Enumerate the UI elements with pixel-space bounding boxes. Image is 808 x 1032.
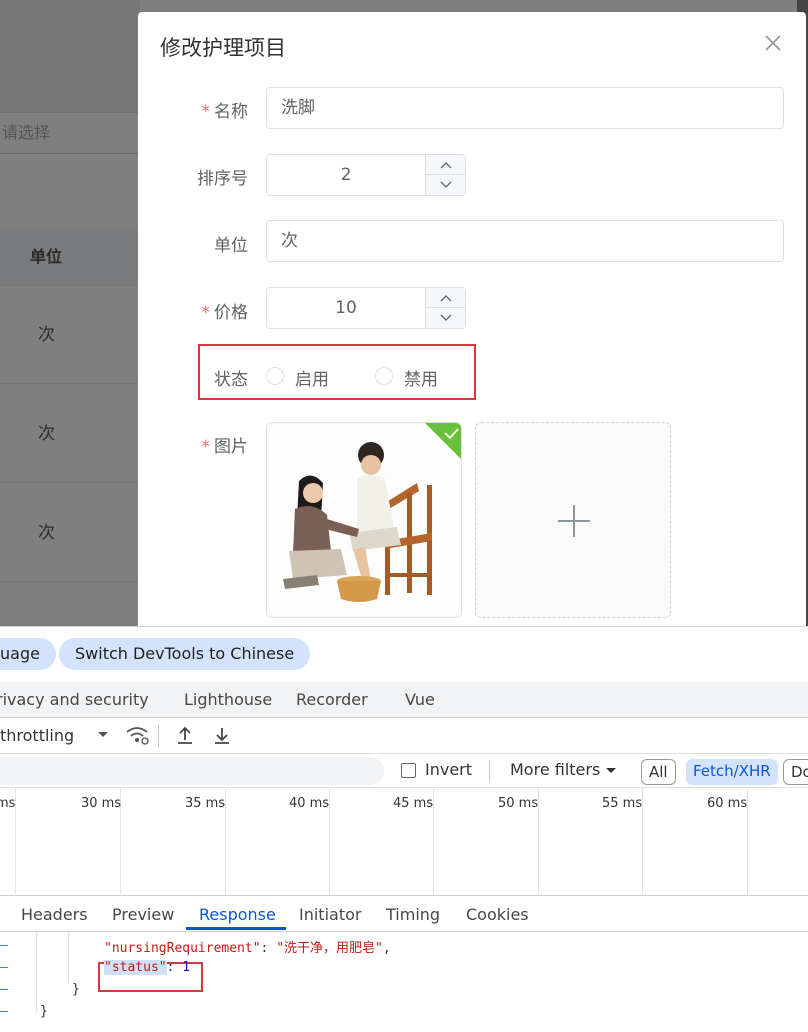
- tab-vue[interactable]: Vue: [405, 690, 435, 709]
- timeline-gridline: [329, 788, 330, 894]
- timeline-gridline: [538, 788, 539, 894]
- throttling-select[interactable]: throttling: [0, 726, 74, 745]
- tab-headers[interactable]: Headers: [21, 905, 88, 924]
- order-stepper: [425, 155, 466, 195]
- order-label: 排序号: [197, 169, 248, 189]
- tab-preview[interactable]: Preview: [112, 905, 174, 924]
- decrease-button[interactable]: [426, 308, 466, 328]
- line-gutter-marker: –: [0, 1004, 8, 1019]
- tab-cookies[interactable]: Cookies: [466, 905, 529, 924]
- name-input[interactable]: 洗脚: [266, 87, 784, 129]
- filter-chip-all[interactable]: All: [641, 759, 676, 785]
- uploaded-image[interactable]: [266, 422, 462, 618]
- tab-response[interactable]: Response: [199, 905, 276, 924]
- timeline-tick: 45 ms: [393, 796, 434, 811]
- unit-label: 单位: [214, 236, 248, 256]
- tab-lighthouse[interactable]: Lighthouse: [184, 690, 272, 709]
- language-bar: uage Switch DevTools to Chinese: [0, 626, 808, 682]
- increase-button[interactable]: [426, 155, 466, 175]
- radio-enable[interactable]: [266, 367, 284, 385]
- json-value-status: 1: [182, 960, 191, 975]
- timeline-gridline: [433, 788, 434, 894]
- timeline-gridline: [225, 788, 226, 894]
- import-har-icon[interactable]: [175, 724, 195, 750]
- network-toolbar: throttling: [0, 718, 808, 754]
- line-gutter-marker: –: [0, 960, 8, 975]
- price-stepper: [425, 288, 466, 328]
- radio-enable-label[interactable]: 启用: [295, 365, 329, 390]
- request-detail-tabs: Headers Preview Response Initiator Timin…: [0, 896, 808, 932]
- filter-chip-doc[interactable]: Do: [783, 759, 808, 785]
- image-label: * 图片: [201, 437, 249, 457]
- active-tab-indicator: [186, 927, 286, 930]
- divider: [489, 760, 490, 782]
- status-label: 状态: [214, 370, 248, 390]
- network-timeline[interactable]: ms 30 ms 35 ms 40 ms 45 ms 50 ms 55 ms 6…: [0, 788, 808, 896]
- indent-guide: [68, 932, 69, 982]
- code-line-close-brace: }: [72, 982, 80, 997]
- invert-label[interactable]: Invert: [425, 760, 472, 779]
- unit-input[interactable]: 次: [266, 220, 784, 262]
- order-value[interactable]: 2: [267, 155, 425, 195]
- filter-input[interactable]: [0, 757, 384, 785]
- dropdown-arrow-icon[interactable]: [96, 724, 110, 748]
- response-code-view[interactable]: – – – – "nursingRequirement": "洗干净，用肥皂",…: [0, 932, 808, 1032]
- tab-timing[interactable]: Timing: [386, 905, 440, 924]
- devtools-panel: uage Switch DevTools to Chinese rivacy a…: [0, 626, 808, 1032]
- invert-checkbox[interactable]: [401, 763, 416, 778]
- price-number-input[interactable]: 10: [266, 287, 466, 329]
- switch-devtools-chinese-button[interactable]: Switch DevTools to Chinese: [59, 638, 311, 670]
- radio-disable[interactable]: [375, 367, 393, 385]
- screen: 请选择 单位 次 次 次 修改护理项目 *名称 洗脚 排序号 2 单位 次 *价…: [0, 0, 808, 1032]
- toolbar-divider: [158, 725, 159, 747]
- network-conditions-icon[interactable]: [124, 724, 150, 750]
- line-gutter-marker: –: [0, 982, 8, 997]
- edit-nursing-item-dialog: 修改护理项目 * 名称 洗脚 排序号 2 单位 次 * 价格 10 状态 启用 …: [138, 12, 806, 652]
- price-label: * 价格: [201, 303, 249, 323]
- json-value: "洗干净，用肥皂": [276, 941, 383, 956]
- dialog-title: 修改护理项目: [160, 36, 286, 60]
- timeline-tick: 50 ms: [498, 796, 539, 811]
- filter-chip-fetch-xhr[interactable]: Fetch/XHR: [686, 759, 778, 785]
- tab-privacy-security[interactable]: rivacy and security: [0, 690, 149, 709]
- tab-recorder[interactable]: Recorder: [296, 690, 368, 709]
- code-line-status: "status": 1: [104, 960, 191, 975]
- code-line-close-brace: }: [40, 1004, 48, 1019]
- timeline-gridline: [747, 788, 748, 894]
- name-label: * 名称: [201, 102, 249, 122]
- increase-button[interactable]: [426, 288, 466, 308]
- timeline-gridline: [642, 788, 643, 894]
- json-key: "nursingRequirement": [104, 941, 261, 956]
- timeline-tick: 30 ms: [81, 796, 122, 811]
- decrease-button[interactable]: [426, 175, 466, 195]
- filter-bar: Invert More filters All Fetch/XHR Do: [0, 754, 808, 788]
- dropdown-arrow-icon[interactable]: [604, 760, 618, 784]
- tab-initiator[interactable]: Initiator: [299, 905, 361, 924]
- order-number-input[interactable]: 2: [266, 154, 466, 196]
- timeline-tick: 35 ms: [185, 796, 226, 811]
- timeline-tick: ms: [0, 796, 16, 811]
- timeline-tick: 60 ms: [707, 796, 748, 811]
- close-icon[interactable]: [758, 28, 788, 58]
- devtools-tab-bar: rivacy and security Lighthouse Recorder …: [0, 682, 808, 718]
- radio-disable-label[interactable]: 禁用: [404, 365, 438, 390]
- price-value[interactable]: 10: [267, 288, 425, 328]
- code-line-nursing-requirement: "nursingRequirement": "洗干净，用肥皂",: [104, 941, 391, 956]
- indent-guide: [36, 932, 37, 1012]
- line-gutter-marker: –: [0, 938, 8, 953]
- language-button[interactable]: uage: [0, 638, 56, 670]
- timeline-tick: 55 ms: [602, 796, 643, 811]
- more-filters-button[interactable]: More filters: [510, 760, 600, 779]
- json-key-status: "status": [104, 960, 167, 975]
- upload-button[interactable]: [475, 422, 671, 618]
- timeline-tick: 40 ms: [289, 796, 330, 811]
- export-har-icon[interactable]: [212, 724, 232, 750]
